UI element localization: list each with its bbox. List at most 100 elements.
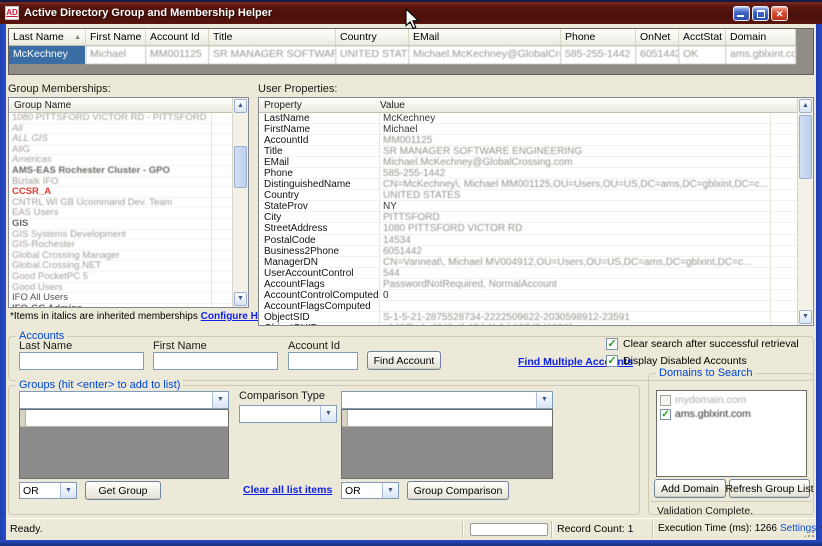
property-row[interactable]: DistinguishedNameCN=McKechney\, Michael … [259,179,797,190]
group-name-column-header[interactable]: Group Name [9,98,248,113]
grid-column-header[interactable]: First Name [86,29,146,46]
comparison-type-combo[interactable]: ▼ [239,405,337,423]
grid-column-header[interactable]: Account Id [146,29,209,46]
property-row[interactable]: AccountFlagsPasswordNotRequired, NormalA… [259,279,797,290]
property-row[interactable]: UserAccountControl544 [259,268,797,279]
account-id-input[interactable] [288,352,358,370]
grid-cell[interactable]: SR MANAGER SOFTWARE E... [209,46,336,64]
clear-all-list-items-link[interactable]: Clear all list items [243,484,332,496]
or-combo-right[interactable]: OR ▼ [341,482,399,499]
property-row[interactable]: AccountFlagsComputed [259,301,797,312]
member-item[interactable]: ALL GIS [9,134,232,145]
grid-cell[interactable]: MM001125 [146,46,209,64]
member-item[interactable]: IFO All Users [9,293,232,304]
refresh-group-list-button[interactable]: Refresh Group List [729,479,810,498]
domain-item[interactable]: mydomain.com [657,393,806,407]
member-item[interactable]: AMS-EAS Rochester Cluster - GPO [9,166,232,177]
grid-column-header[interactable]: Domain [726,29,796,46]
property-row[interactable]: EMailMichael.McKechney@GlobalCrossing.co… [259,157,797,168]
grid-cell[interactable]: Michael [86,46,146,64]
grid-cell[interactable]: ams.gblxint.com [726,46,796,64]
chevron-down-icon[interactable]: ▼ [60,483,76,498]
member-item[interactable]: IFO-GC Admins [9,304,232,307]
grid-column-header[interactable]: EMail [409,29,561,46]
grid-cell[interactable]: UNITED STATES [336,46,409,64]
property-row[interactable]: ObjectSIDS-1-5-21-2875528734-2222509622-… [259,312,797,323]
maximize-button[interactable] [752,6,769,21]
property-row[interactable]: StreetAddress1080 PITTSFORD VICTOR RD [259,223,797,234]
scroll-down-icon[interactable]: ▼ [234,292,247,306]
first-name-input[interactable] [153,352,278,370]
clear-search-checkbox[interactable]: ✓ Clear search after successful retrieva… [606,338,799,350]
property-row[interactable]: ObjectGUIDa1437beb-4048-4b47-b1b6-b157d5… [259,323,797,325]
chevron-down-icon[interactable]: ▼ [382,483,398,498]
value-column-header[interactable]: Value [380,100,405,111]
get-group-button[interactable]: Get Group [85,481,161,500]
grid-column-header[interactable]: AcctStat [679,29,726,46]
close-button[interactable]: ✕ [771,6,788,21]
property-row[interactable]: Phone585-255-1442 [259,168,797,179]
member-item[interactable]: CCSR_A [9,187,232,198]
chevron-down-icon[interactable]: ▼ [320,406,336,422]
scroll-up-icon[interactable]: ▲ [234,99,247,113]
grid-column-header[interactable]: Country [336,29,409,46]
member-item[interactable]: GIS [9,219,232,230]
memberships-scrollbar[interactable]: ▲ ▼ [232,98,248,307]
property-row[interactable]: AccountControlComputed0 [259,290,797,301]
member-item[interactable]: GIS Systems Development [9,230,232,241]
find-account-button[interactable]: Find Account [367,351,441,370]
group-search-combo-left[interactable]: ▼ [19,391,229,409]
chevron-down-icon[interactable]: ▼ [536,392,552,408]
grid-cell[interactable]: 6051442 [636,46,679,64]
member-item[interactable]: GIS-Rochester [9,240,232,251]
property-row[interactable]: ManagerDNCN=Vanneat\, Michael MV004912,O… [259,257,797,268]
property-row[interactable]: PostalCode14534 [259,235,797,246]
grid-column-header[interactable]: Last Name▲ [9,29,86,46]
or-combo-left[interactable]: OR ▼ [19,482,77,499]
property-row[interactable]: FirstNameMichael [259,124,797,135]
scrollbar-thumb[interactable] [234,146,247,188]
member-item[interactable]: AllG [9,145,232,156]
member-item[interactable]: CNTRL WI GB Ucommand Dev. Team [9,198,232,209]
property-column-header[interactable]: Property [264,100,380,111]
grid-column-header[interactable]: Phone [561,29,636,46]
minimize-button[interactable] [733,6,750,21]
member-item[interactable]: All [9,124,232,135]
member-item[interactable]: Global Crossing Manager [9,251,232,262]
grid-column-header[interactable]: Title [209,29,336,46]
grid-cell[interactable]: McKechney [9,46,86,64]
last-name-input[interactable] [19,352,144,370]
scrollbar-thumb[interactable] [799,115,812,179]
grid-cell[interactable]: OK [679,46,726,64]
group-comparison-button[interactable]: Group Comparison [407,481,509,500]
property-row[interactable]: StateProvNY [259,201,797,212]
domain-item[interactable]: ✓ams.gblxint.com [657,407,806,421]
grid-cell[interactable]: 585-255-1442 [561,46,636,64]
member-item[interactable]: Biztalk IFO [9,177,232,188]
properties-scrollbar[interactable]: ▲ ▼ [797,98,813,325]
scroll-up-icon[interactable]: ▲ [799,99,812,113]
add-domain-button[interactable]: Add Domain [654,479,726,498]
scroll-down-icon[interactable]: ▼ [799,310,812,324]
grid-cell[interactable]: Michael.McKechney@GlobalCrossing... [409,46,561,64]
member-item[interactable]: Good PocketPC 5 [9,272,232,283]
grid-column-header[interactable]: OnNet [636,29,679,46]
property-row[interactable]: CityPITTSFORD [259,212,797,223]
group-list-right[interactable] [341,409,553,479]
group-list-left[interactable] [19,409,229,479]
property-row[interactable]: TitleSR MANAGER SOFTWARE ENGINEERING [259,146,797,157]
checkbox-unchecked-icon[interactable] [660,395,671,406]
chevron-down-icon[interactable]: ▼ [212,392,228,408]
member-item[interactable]: 1080 PITTSFORD VICTOR RD - PITTSFORD [9,113,232,124]
property-row[interactable]: AccountIdMM001125 [259,135,797,146]
group-search-combo-right[interactable]: ▼ [341,391,553,409]
member-item[interactable]: Global.Crossing.NET [9,261,232,272]
property-row[interactable]: CountryUNITED STATES [259,190,797,201]
member-item[interactable]: Americas [9,155,232,166]
property-row[interactable]: Business2Phone6051442 [259,246,797,257]
checkbox-checked-icon[interactable]: ✓ [660,409,671,420]
property-row[interactable]: LastNameMcKechney [259,113,797,124]
member-item[interactable]: Good Users [9,283,232,294]
member-item[interactable]: EAS Users [9,208,232,219]
display-disabled-checkbox[interactable]: ✓ Display Disabled Accounts [606,355,747,367]
